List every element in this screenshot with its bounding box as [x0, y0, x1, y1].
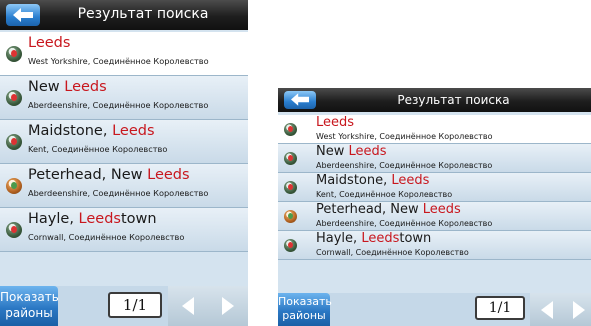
map-pin-icon: [284, 181, 297, 194]
map-pin-icon: [284, 123, 297, 136]
map-pin-icon: [284, 239, 297, 252]
results-list: Leeds West Yorkshire, Соединённое Короле…: [278, 115, 591, 260]
map-pin-icon: [284, 152, 297, 165]
chevron-right-icon[interactable]: [208, 286, 248, 326]
list-item[interactable]: Maidstone, Leeds Kent, Соединённое Корол…: [278, 173, 591, 202]
map-pin-icon: [6, 222, 22, 238]
title-bar: Результат поиска: [0, 0, 248, 30]
list-item[interactable]: Leeds West Yorkshire, Соединённое Короле…: [0, 32, 248, 76]
result-region: Aberdeenshire, Соединённое Королевство: [28, 188, 209, 198]
result-name: Maidstone, Leeds: [316, 173, 430, 188]
list-item[interactable]: New Leeds Aberdeenshire, Соединённое Кор…: [0, 76, 248, 120]
result-region: Cornwall, Соединённое Королевство: [28, 232, 185, 242]
result-name: Hayle, Leedstown: [28, 211, 157, 227]
result-name: Leeds: [316, 115, 355, 130]
chevron-left-icon[interactable]: [530, 293, 564, 326]
show-areas-label-2: районы: [282, 309, 326, 322]
map-pin-icon: [6, 178, 22, 194]
list-item[interactable]: Maidstone, Leeds Kent, Соединённое Корол…: [0, 120, 248, 164]
back-button[interactable]: [284, 91, 316, 109]
list-item[interactable]: Hayle, Leedstown Cornwall, Соединённое К…: [0, 208, 248, 252]
page-title: Результат поиска: [397, 93, 510, 107]
map-pin-icon: [284, 210, 297, 223]
result-name: New Leeds: [316, 144, 387, 159]
result-region: Aberdeenshire, Соединённое Королевство: [316, 219, 493, 228]
page-indicator: 1/1: [475, 296, 525, 320]
search-results-screen-small: Результат поиска Leeds West Yorkshire, С…: [278, 88, 591, 326]
chevron-right-icon[interactable]: [562, 293, 591, 326]
result-region: Aberdeenshire, Соединённое Королевство: [316, 161, 493, 170]
arrow-left-icon: [13, 8, 33, 22]
title-bar: Результат поиска: [278, 88, 591, 112]
result-name: Peterhead, New Leeds: [316, 202, 461, 217]
show-areas-label-2: районы: [5, 306, 53, 320]
map-pin-icon: [6, 134, 22, 150]
back-button[interactable]: [6, 4, 40, 26]
result-region: West Yorkshire, Соединённое Королевство: [316, 132, 493, 141]
map-pin-icon: [6, 46, 22, 62]
show-areas-label-1: Показать: [278, 295, 332, 308]
list-item[interactable]: New Leeds Aberdeenshire, Соединённое Кор…: [278, 144, 591, 173]
search-results-screen-large: Результат поиска Leeds West Yorkshire, С…: [0, 0, 248, 326]
bottom-toolbar: Показать районы 1/1: [278, 293, 591, 326]
result-region: Kent, Соединённое Королевство: [316, 190, 453, 199]
result-region: Kent, Соединённое Королевство: [28, 144, 168, 154]
result-name: Peterhead, New Leeds: [28, 167, 190, 183]
result-name: Leeds: [28, 35, 71, 51]
result-name: Maidstone, Leeds: [28, 123, 155, 139]
show-areas-button[interactable]: Показать районы: [0, 286, 59, 326]
show-areas-label-1: Показать: [0, 290, 59, 304]
page-indicator: 1/1: [108, 292, 162, 318]
page-title: Результат поиска: [77, 6, 209, 22]
bottom-toolbar: Показать районы 1/1: [0, 286, 248, 326]
list-item[interactable]: Leeds West Yorkshire, Соединённое Короле…: [278, 115, 591, 144]
result-name: Hayle, Leedstown: [316, 231, 432, 246]
result-region: Cornwall, Соединённое Королевство: [316, 248, 469, 257]
arrow-left-icon: [291, 93, 309, 106]
list-item[interactable]: Peterhead, New Leeds Aberdeenshire, Соед…: [278, 202, 591, 231]
show-areas-button[interactable]: Показать районы: [278, 293, 332, 326]
list-item[interactable]: Peterhead, New Leeds Aberdeenshire, Соед…: [0, 164, 248, 208]
results-list: Leeds West Yorkshire, Соединённое Короле…: [0, 32, 248, 252]
list-item[interactable]: Hayle, Leedstown Cornwall, Соединённое К…: [278, 231, 591, 260]
result-region: Aberdeenshire, Соединённое Королевство: [28, 100, 209, 110]
result-name: New Leeds: [28, 79, 107, 95]
result-region: West Yorkshire, Соединённое Королевство: [28, 56, 209, 66]
map-pin-icon: [6, 90, 22, 106]
chevron-left-icon[interactable]: [168, 286, 208, 326]
